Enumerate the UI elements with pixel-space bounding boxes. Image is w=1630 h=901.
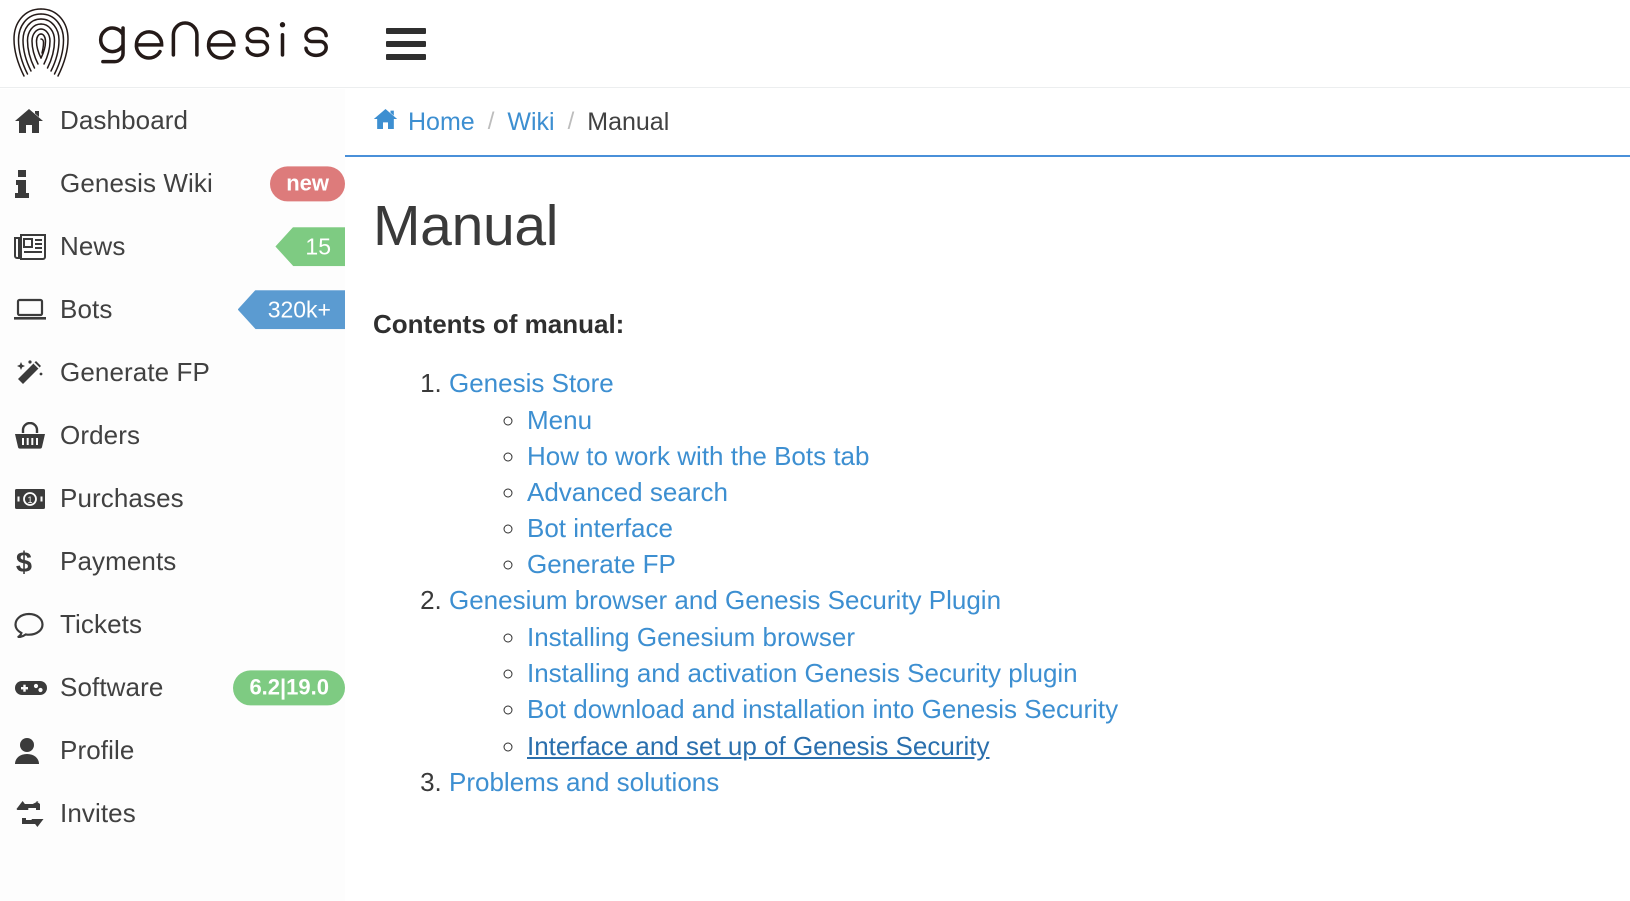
sidebar-item-tickets[interactable]: Tickets (0, 593, 345, 656)
gamepad-icon (14, 678, 54, 698)
main-content: Home / Wiki / Manual Manual Contents of … (345, 89, 1630, 901)
toc-sublist: Menu How to work with the Bots tab Advan… (449, 402, 1602, 583)
toc-link-genesis-store[interactable]: Genesis Store (449, 368, 614, 398)
sidebar-item-label: Invites (60, 798, 136, 829)
breadcrumb-label: Home (408, 108, 475, 136)
top-header (0, 0, 1630, 88)
sidebar-item-label: Bots (60, 294, 112, 325)
toc-link-interface-and-set-up-of-genesis-security[interactable]: Interface and set up of Genesis Security (527, 731, 989, 761)
fingerprint-logo-icon (10, 6, 72, 82)
toc-item: Genesium browser and Genesis Security Pl… (449, 583, 1602, 763)
sidebar-item-label: Purchases (60, 483, 184, 514)
sidebar-item-label: Software (60, 672, 163, 703)
sidebar-item-payments[interactable]: $ Payments (0, 530, 345, 593)
toc-link-genesium-browser-and-genesis-security-plugin[interactable]: Genesium browser and Genesis Security Pl… (449, 585, 1001, 615)
page-body: Manual Contents of manual: Genesis Store… (345, 157, 1630, 801)
newspaper-icon (14, 234, 54, 260)
exchange-icon (14, 801, 54, 827)
sidebar-item-label: Generate FP (60, 357, 210, 388)
sidebar-badge-wrap: new (270, 166, 345, 201)
toc-subitem: Generate FP (527, 546, 1602, 582)
hamburger-bar (386, 41, 426, 47)
sidebar-item-label: Dashboard (60, 105, 188, 136)
basket-icon (14, 422, 54, 450)
toc-link-bot-interface[interactable]: Bot interface (527, 513, 673, 543)
breadcrumb-item-home[interactable]: Home (373, 108, 475, 137)
hamburger-bar (386, 54, 426, 60)
app-root: Dashboard Genesis Wiki new News 15 B (0, 0, 1630, 901)
svg-text:$: $ (16, 547, 32, 577)
toc-link-problems-and-solutions[interactable]: Problems and solutions (449, 767, 719, 797)
status-badge: new (270, 166, 345, 201)
brand-logo[interactable] (0, 0, 338, 88)
page-title: Manual (373, 197, 1602, 257)
sidebar-item-label: Tickets (60, 609, 142, 640)
toc-sublist: Installing Genesium browser Installing a… (449, 619, 1602, 764)
sidebar-item-generate-fp[interactable]: Generate FP (0, 341, 345, 404)
toc-subitem: Bot download and installation into Genes… (527, 691, 1602, 727)
toc-subitem: Installing Genesium browser (527, 619, 1602, 655)
info-icon (14, 170, 54, 198)
toc-subitem: Interface and set up of Genesis Security (527, 728, 1602, 764)
toc-subitem: Advanced search (527, 474, 1602, 510)
magic-wand-icon (14, 359, 54, 387)
sidebar-item-software[interactable]: Software 6.2|19.0 (0, 656, 345, 719)
toc-subitem: Bot interface (527, 510, 1602, 546)
home-icon (14, 108, 54, 134)
toc-link-advanced-search[interactable]: Advanced search (527, 477, 728, 507)
toc-item: Problems and solutions (449, 765, 1602, 801)
toc-item: Genesis Store Menu How to work with the … (449, 366, 1602, 583)
sidebar-item-genesis-wiki[interactable]: Genesis Wiki new (0, 152, 345, 215)
hamburger-bar (386, 28, 426, 34)
sidebar-badge-wrap: 320k+ (238, 290, 345, 329)
toc-link-installing-genesium-browser[interactable]: Installing Genesium browser (527, 622, 855, 652)
toc-link-installing-and-activation-genesis-security-plugin[interactable]: Installing and activation Genesis Securi… (527, 658, 1078, 688)
sidebar-item-label: News (60, 231, 125, 262)
sidebar-badge-wrap: 6.2|19.0 (233, 670, 345, 705)
toc-subitem: Menu (527, 402, 1602, 438)
breadcrumb-separator: / (568, 108, 575, 136)
toc-subitem: How to work with the Bots tab (527, 438, 1602, 474)
money-bill-icon: 1 (14, 488, 54, 510)
sidebar-item-label: Profile (60, 735, 134, 766)
sidebar-item-news[interactable]: News 15 (0, 215, 345, 278)
svg-text:1: 1 (27, 495, 32, 505)
comment-icon (14, 612, 54, 638)
sidebar-item-label: Genesis Wiki (60, 168, 213, 199)
toc-link-bot-download-and-installation-into-genesis-security[interactable]: Bot download and installation into Genes… (527, 694, 1118, 724)
table-of-contents: Genesis Store Menu How to work with the … (373, 366, 1602, 801)
toc-link-how-to-work-with-the-bots-tab[interactable]: How to work with the Bots tab (527, 441, 869, 471)
toc-link-generate-fp[interactable]: Generate FP (527, 549, 676, 579)
version-badge: 6.2|19.0 (233, 670, 345, 705)
dollar-icon: $ (14, 547, 54, 577)
sidebar-item-profile[interactable]: Profile (0, 719, 345, 782)
user-icon (14, 737, 54, 765)
sidebar-badge-wrap: 15 (275, 227, 345, 266)
sidebar-item-bots[interactable]: Bots 320k+ (0, 278, 345, 341)
sidebar-item-orders[interactable]: Orders (0, 404, 345, 467)
laptop-icon (14, 298, 54, 322)
toc-subitem: Installing and activation Genesis Securi… (527, 655, 1602, 691)
count-badge: 15 (275, 227, 345, 266)
breadcrumb-separator: / (488, 108, 495, 136)
count-badge: 320k+ (238, 290, 345, 329)
brand-wordmark (86, 18, 338, 70)
sidebar-item-label: Orders (60, 420, 140, 451)
breadcrumb-item-manual: Manual (587, 108, 669, 137)
toc-link-menu[interactable]: Menu (527, 405, 592, 435)
sidebar-item-invites[interactable]: Invites (0, 782, 345, 845)
sidebar-item-dashboard[interactable]: Dashboard (0, 89, 345, 152)
sidebar-item-purchases[interactable]: 1 Purchases (0, 467, 345, 530)
sidebar-item-label: Payments (60, 546, 176, 577)
contents-heading: Contents of manual: (373, 309, 1602, 340)
sidebar-nav: Dashboard Genesis Wiki new News 15 B (0, 89, 345, 901)
home-icon (373, 108, 398, 130)
breadcrumb: Home / Wiki / Manual (345, 89, 1630, 157)
hamburger-menu-icon[interactable] (386, 24, 426, 64)
breadcrumb-item-wiki[interactable]: Wiki (507, 108, 554, 137)
